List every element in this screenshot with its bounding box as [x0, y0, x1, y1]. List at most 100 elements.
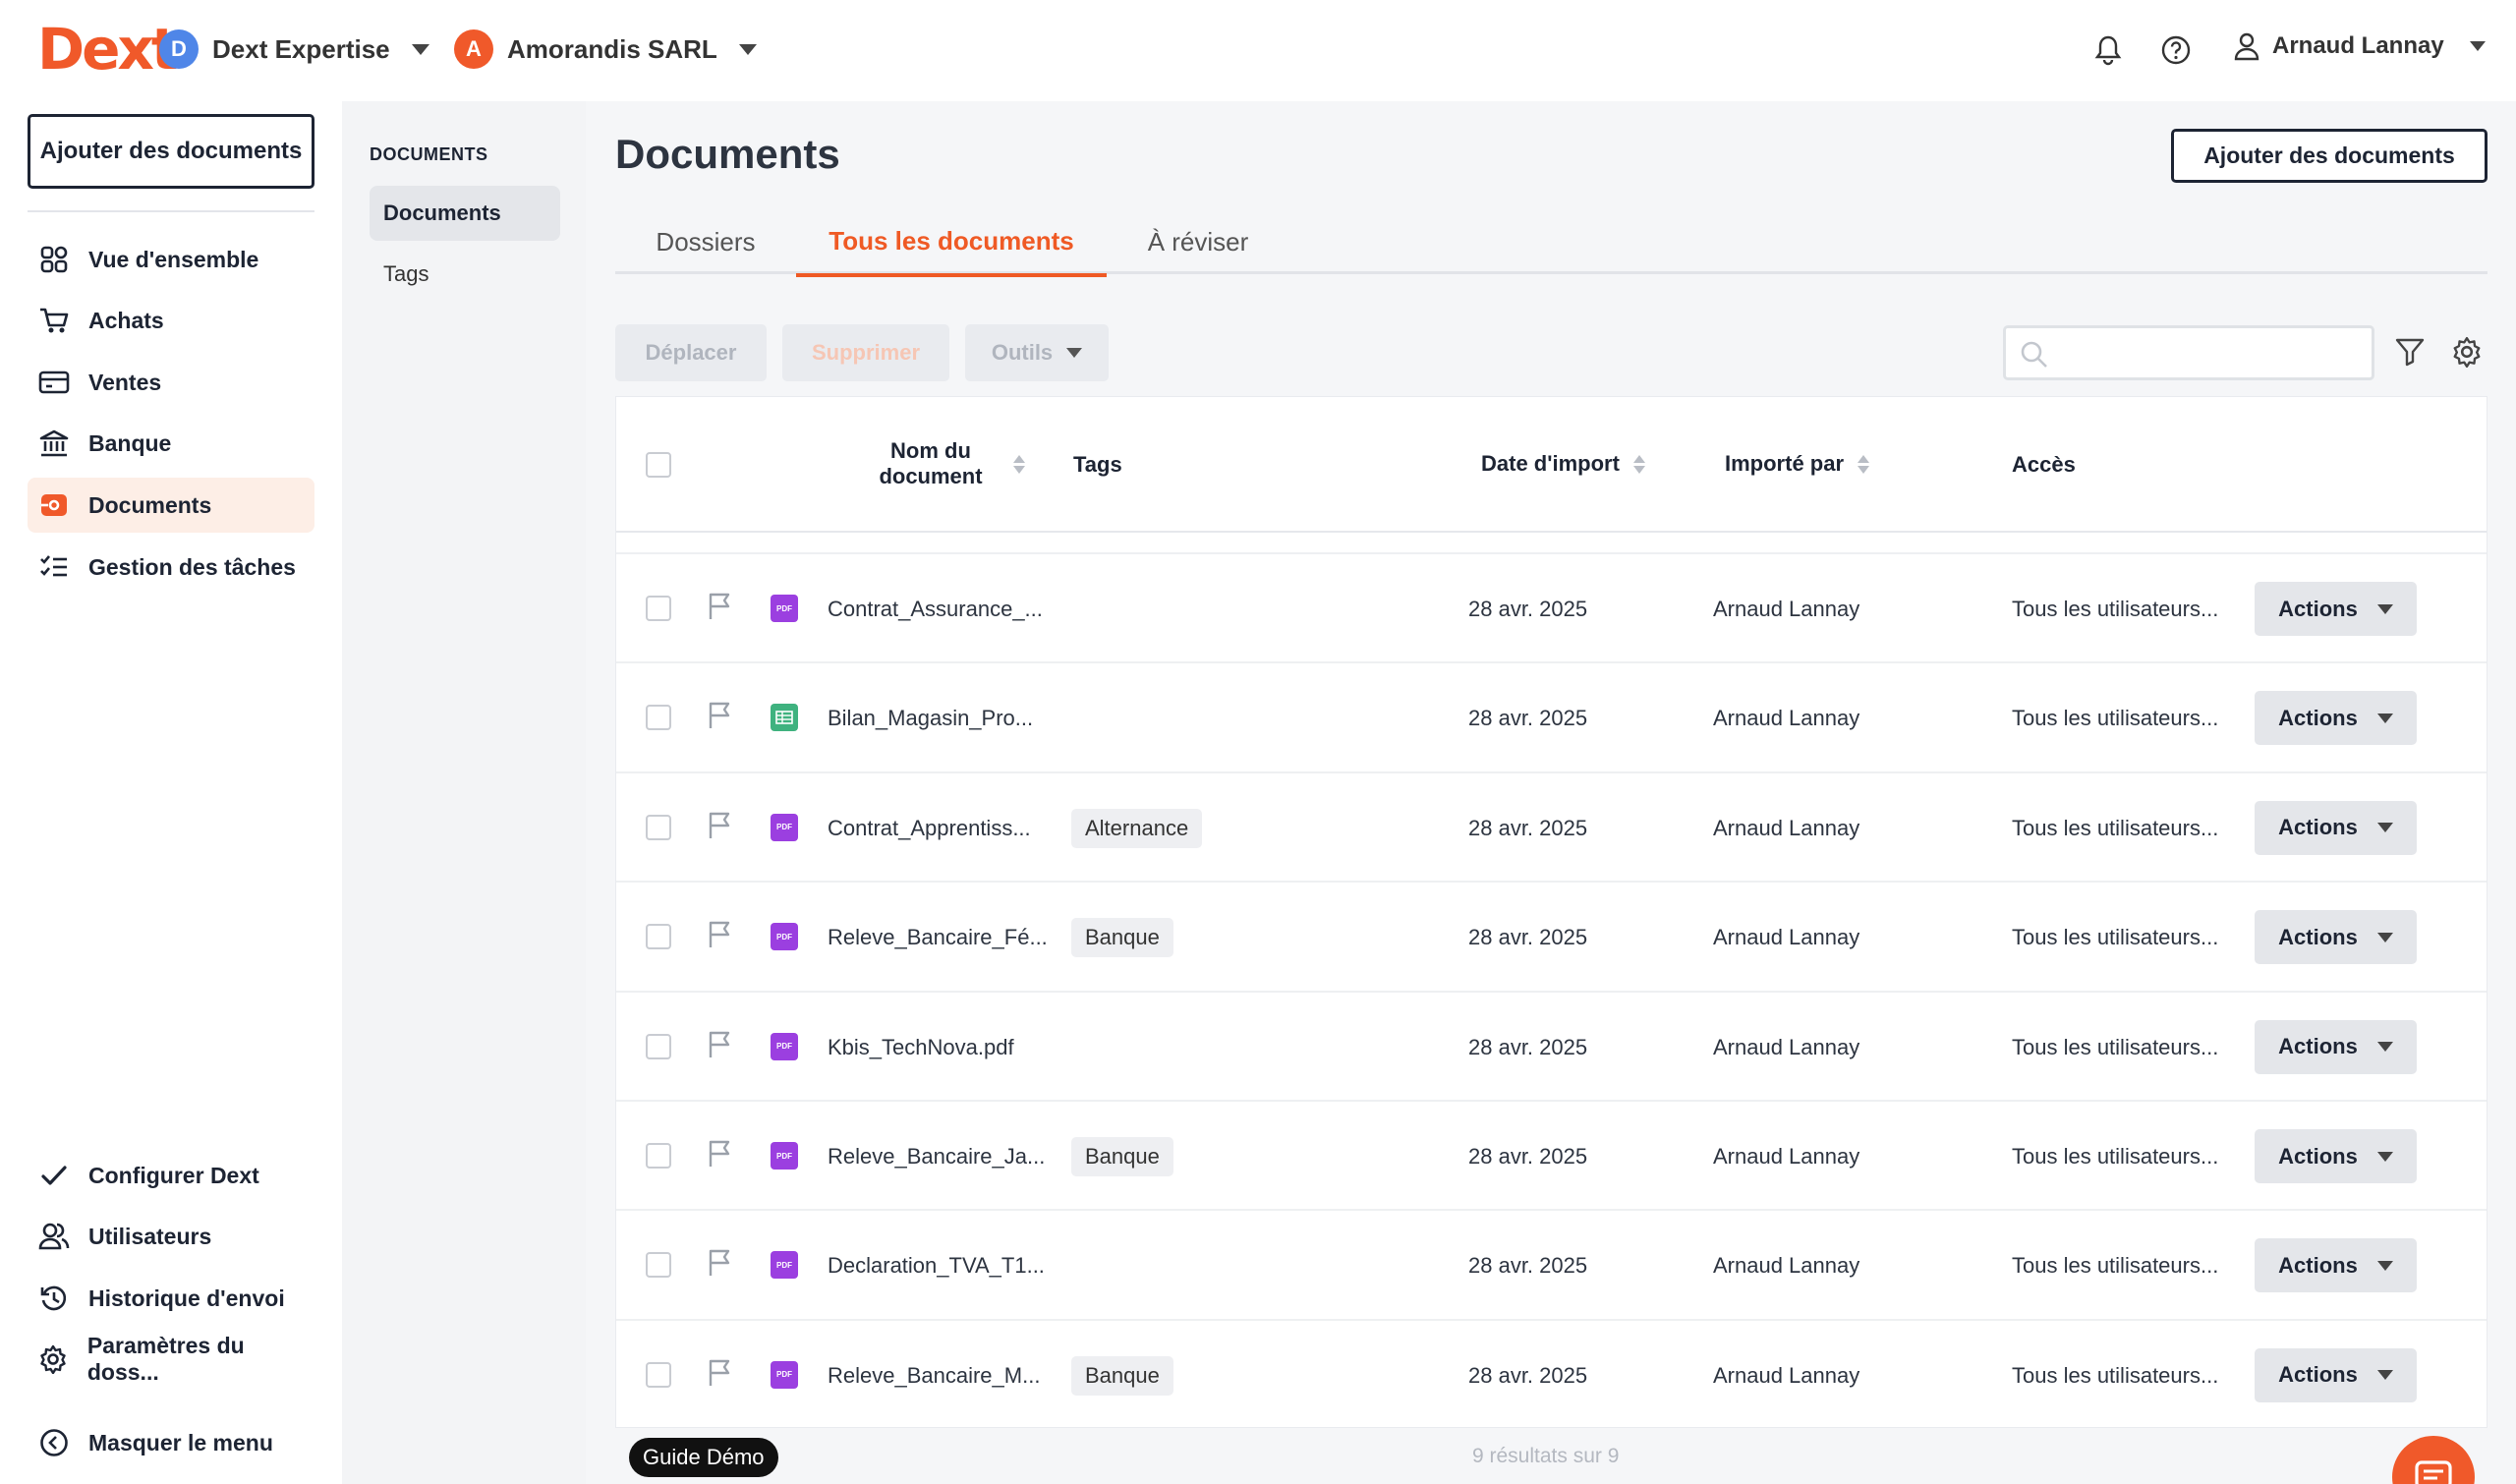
settings-icon — [37, 1342, 70, 1376]
actions-dropdown[interactable]: Actions — [2255, 910, 2417, 965]
actions-label: Actions — [2278, 924, 2358, 949]
row-checkbox[interactable] — [646, 596, 671, 621]
sidebar-item-configure[interactable]: Configurer Dext — [28, 1148, 314, 1203]
table-row[interactable]: PDF Kbis_TechNova.pdf 28 avr. 2025 Arnaud L… — [616, 990, 2487, 1100]
tab-to-review[interactable]: À réviser — [1107, 209, 1289, 274]
actions-dropdown[interactable]: Actions — [2255, 691, 2417, 746]
column-header-name[interactable]: Nom du document — [862, 438, 1025, 489]
access-value: Tous les utilisateurs... — [2012, 925, 2219, 950]
actions-dropdown[interactable]: Actions — [2255, 1019, 2417, 1074]
document-name[interactable]: Bilan_Magasin_Pro... — [828, 706, 1033, 731]
actions-dropdown[interactable]: Actions — [2255, 1129, 2417, 1183]
table-row[interactable]: PDF Declaration_TVA_T1... 28 avr. 2025 Arna… — [616, 1209, 2487, 1318]
flag-icon[interactable] — [707, 811, 734, 840]
column-header-date[interactable]: Date d'import — [1481, 451, 1645, 477]
column-header-imported-by[interactable]: Importé par — [1725, 451, 1870, 477]
tools-dropdown[interactable]: Outils — [965, 324, 1109, 381]
chevron-left-circle-icon — [37, 1426, 71, 1459]
imported-by: Arnaud Lannay — [1713, 1034, 1860, 1059]
chevron-down-icon — [1066, 348, 1083, 358]
flag-icon[interactable] — [707, 1358, 734, 1388]
table-row[interactable]: PDF Contrat_Apprentiss... Alternance 28 avr… — [616, 771, 2487, 881]
guide-demo-badge[interactable]: Guide Démo — [629, 1438, 778, 1477]
add-documents-button[interactable]: Ajouter des documents — [2171, 129, 2487, 183]
dext-logo[interactable]: Dext — [37, 16, 179, 83]
flag-icon[interactable] — [707, 920, 734, 949]
actions-dropdown[interactable]: Actions — [2255, 800, 2417, 855]
flag-icon[interactable] — [707, 1139, 734, 1169]
subnav-item-tags[interactable]: Tags — [370, 247, 560, 302]
actions-dropdown[interactable]: Actions — [2255, 1347, 2417, 1402]
column-header-name-label: Nom du document — [879, 438, 983, 488]
access-value: Tous les utilisateurs... — [2012, 597, 2219, 621]
help-icon[interactable] — [2158, 32, 2194, 68]
select-all-checkbox[interactable] — [646, 452, 671, 478]
move-label: Déplacer — [645, 340, 737, 365]
pdf-file-icon: PDF — [771, 1032, 798, 1060]
move-button[interactable]: Déplacer — [615, 324, 767, 381]
tab-all-documents[interactable]: Tous les documents — [796, 209, 1107, 277]
import-date: 28 avr. 2025 — [1468, 925, 1588, 950]
subnav-title: DOCUMENTS — [370, 144, 488, 164]
flag-icon[interactable] — [707, 1030, 734, 1059]
row-checkbox[interactable] — [646, 705, 671, 731]
table-settings-icon[interactable] — [2451, 336, 2483, 372]
user-name: Arnaud Lannay — [2272, 32, 2444, 59]
bell-icon[interactable] — [2090, 32, 2126, 68]
pdf-file-icon: PDF — [771, 1142, 798, 1170]
sidebar-item-overview[interactable]: Vue d'ensemble — [28, 232, 314, 287]
flag-icon[interactable] — [707, 1248, 734, 1278]
tab-folders[interactable]: Dossiers — [615, 209, 796, 274]
cart-icon — [37, 304, 71, 337]
table-row[interactable]: PDF Releve_Bancaire_Ja... Banque 28 avr. 20… — [616, 1100, 2487, 1209]
actions-dropdown[interactable]: Actions — [2255, 582, 2417, 636]
document-name[interactable]: Releve_Bancaire_M... — [828, 1363, 1040, 1389]
document-name[interactable]: Declaration_TVA_T1... — [828, 1253, 1045, 1279]
row-checkbox[interactable] — [646, 1143, 671, 1169]
import-date: 28 avr. 2025 — [1468, 1144, 1588, 1169]
search-input[interactable] — [2061, 336, 2356, 370]
table-row[interactable]: PDF Releve_Bancaire_M... Banque 28 avr. 202… — [616, 1318, 2487, 1428]
row-checkbox[interactable] — [646, 1361, 671, 1388]
document-name[interactable]: Releve_Bancaire_Fé... — [828, 925, 1048, 950]
user-menu[interactable]: Arnaud Lannay — [2233, 31, 2486, 61]
sidebar-item-tasks[interactable]: Gestion des tâches — [28, 540, 314, 595]
sidebar-item-sales[interactable]: Ventes — [28, 355, 314, 410]
flag-icon[interactable] — [707, 701, 734, 730]
actions-dropdown[interactable]: Actions — [2255, 1238, 2417, 1293]
results-count: 9 résultats sur 9 — [1472, 1445, 1620, 1467]
add-documents-sidebar-button[interactable]: Ajouter des documents — [28, 114, 314, 189]
row-checkbox[interactable] — [646, 1033, 671, 1059]
sidebar-item-history[interactable]: Historique d'envoi — [28, 1271, 314, 1326]
row-checkbox[interactable] — [646, 924, 671, 950]
users-icon — [37, 1220, 71, 1253]
spreadsheet-file-icon — [771, 704, 798, 732]
collapse-menu-button[interactable]: Masquer le menu — [28, 1415, 314, 1470]
document-name[interactable]: Releve_Bancaire_Ja... — [828, 1144, 1045, 1170]
sidebar-item-purchases[interactable]: Achats — [28, 293, 314, 348]
row-checkbox[interactable] — [646, 814, 671, 840]
documents-subnav: DOCUMENTS Documents Tags — [342, 101, 586, 1484]
sort-icon — [1632, 454, 1645, 474]
table-row[interactable]: PDF Releve_Bancaire_Fé... Banque 28 avr. 20… — [616, 881, 2487, 990]
column-header-tags: Tags — [1073, 452, 1122, 478]
workspace-switcher[interactable]: D Dext Expertise — [159, 29, 429, 69]
sidebar-item-documents[interactable]: Documents — [28, 478, 314, 533]
subnav-item-documents[interactable]: Documents — [370, 186, 560, 241]
filter-icon[interactable] — [2394, 336, 2426, 372]
sidebar-item-label: Banque — [88, 429, 172, 456]
document-name[interactable]: Kbis_TechNova.pdf — [828, 1035, 1014, 1060]
sidebar-item-bank[interactable]: Banque — [28, 416, 314, 471]
delete-button[interactable]: Supprimer — [782, 324, 949, 381]
row-checkbox[interactable] — [646, 1252, 671, 1279]
sidebar-item-settings[interactable]: Paramètres du doss... — [28, 1332, 314, 1387]
document-name[interactable]: Contrat_Assurance_... — [828, 597, 1043, 622]
import-date: 28 avr. 2025 — [1468, 1362, 1588, 1388]
imported-by: Arnaud Lannay — [1713, 706, 1860, 731]
sidebar-item-users[interactable]: Utilisateurs — [28, 1209, 314, 1264]
document-name[interactable]: Contrat_Apprentiss... — [828, 816, 1031, 841]
flag-icon[interactable] — [707, 592, 734, 621]
table-row[interactable]: PDF Contrat_Assurance_... 28 avr. 2025 Arna… — [616, 552, 2487, 661]
table-row[interactable]: Bilan_Magasin_Pro... 28 avr. 2025 Arnaud L… — [616, 661, 2487, 771]
client-switcher[interactable]: A Amorandis SARL — [454, 29, 757, 69]
